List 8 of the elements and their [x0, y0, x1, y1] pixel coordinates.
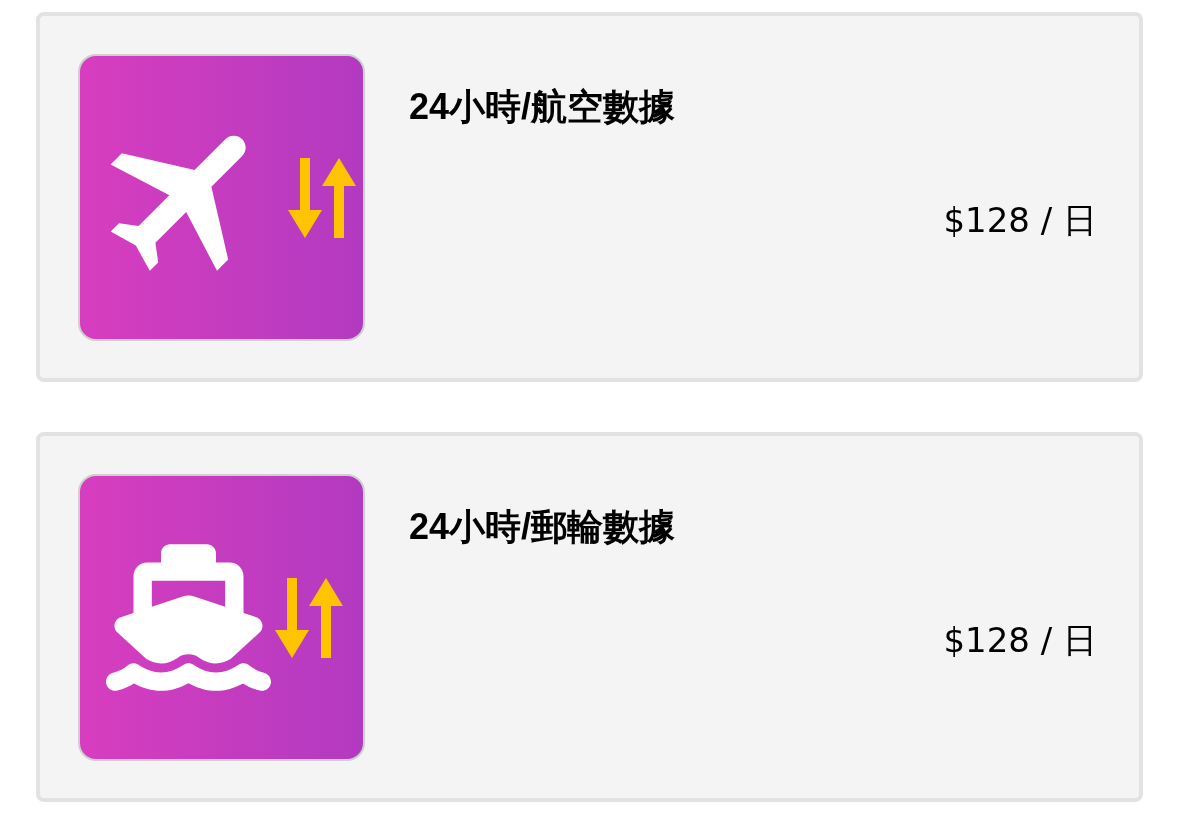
plan-title: 24小時/郵輪數據	[409, 505, 677, 549]
plan-title: 24小時/航空數據	[409, 85, 677, 129]
transfer-arrows-icon	[287, 157, 358, 238]
plan-price: $128 / 日	[943, 619, 1097, 662]
plan-card[interactable]: 24小時/郵輪數據 $128 / 日	[36, 432, 1143, 802]
plan-card[interactable]: 24小時/航空數據 $128 / 日	[36, 12, 1143, 382]
transfer-arrows-icon	[275, 577, 345, 658]
plan-price: $128 / 日	[943, 199, 1097, 242]
